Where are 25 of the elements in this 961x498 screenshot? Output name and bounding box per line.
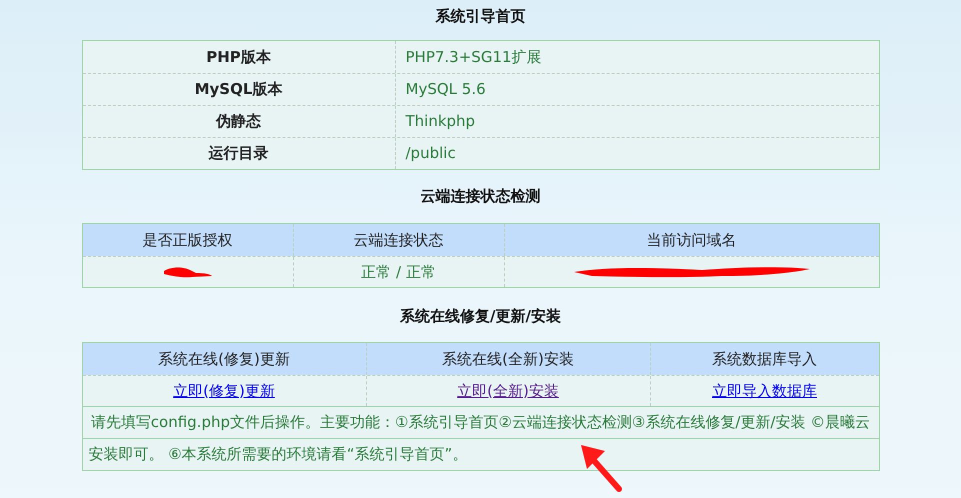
marquee-text: 安装即可。 ⑥本系统所需要的环境请看“系统引导首页”。 xyxy=(88,444,468,465)
column-header: 云端连接状态 xyxy=(294,224,504,256)
row-label: 运行目录 xyxy=(82,138,396,169)
redaction-mark xyxy=(162,265,214,279)
row-value: Thinkphp xyxy=(404,111,476,132)
section-title: 系统在线修复/更新/安装 xyxy=(399,306,562,327)
action-link[interactable]: 立即导入数据库 xyxy=(712,380,817,402)
table-cell-text: 正常 / 正常 xyxy=(361,262,436,283)
section-title: 系统引导首页 xyxy=(434,6,526,27)
row-value: /public xyxy=(404,143,457,164)
row-label: PHP版本 xyxy=(82,41,396,73)
row-label: MySQL版本 xyxy=(82,74,396,105)
row-value: PHP7.3+SG11扩展 xyxy=(404,46,543,68)
column-header: 当前访问域名 xyxy=(646,230,738,251)
section-title: 云端连接状态检测 xyxy=(420,186,542,207)
column-header: 是否正版授权 xyxy=(82,224,294,256)
notice-text: 请先填写config.php文件后操作。主要功能：①系统引导首页②云端连接状态检测③系统在线修复/更新/安装 ©晨曦云 xyxy=(90,413,870,431)
arrow-annotation xyxy=(578,443,624,493)
action-link[interactable]: 立即(全新)安装 xyxy=(457,380,559,402)
column-header: 系统在线(修复)更新 xyxy=(82,343,366,375)
column-header: 系统数据库导入 xyxy=(711,348,818,370)
column-header: 系统在线(全新)安装 xyxy=(366,343,650,375)
action-link[interactable]: 立即(修复)更新 xyxy=(173,380,275,402)
row-value: MySQL 5.6 xyxy=(404,79,487,100)
row-label: 伪静态 xyxy=(82,106,396,137)
